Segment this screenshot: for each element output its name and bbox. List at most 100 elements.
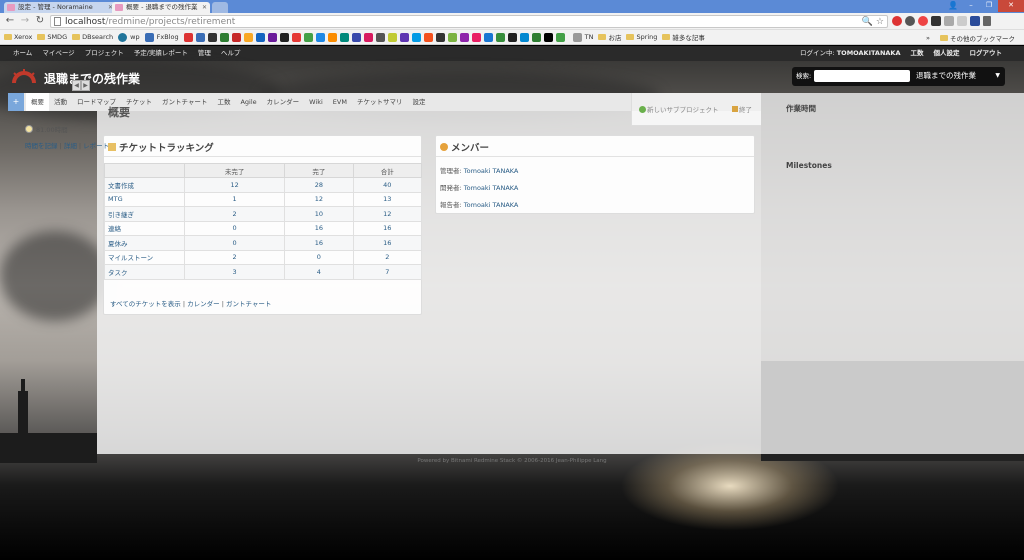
member-link[interactable]: Tomoaki TANAKA xyxy=(464,184,519,192)
site-icon[interactable] xyxy=(435,32,445,42)
bookmark-item[interactable]: wp xyxy=(118,32,140,42)
site-icon[interactable] xyxy=(267,32,277,42)
site-icon[interactable] xyxy=(183,32,193,42)
tab-time-entries[interactable]: 工数 xyxy=(212,93,235,111)
bookmark-item[interactable]: TN xyxy=(572,32,593,42)
total-count-link[interactable]: 2 xyxy=(352,249,423,265)
report-link[interactable]: レポート xyxy=(83,142,109,150)
other-bookmarks-folder[interactable]: その他のブックマーク xyxy=(940,33,1015,43)
new-tab-button[interactable] xyxy=(212,2,228,13)
total-count-link[interactable]: 13 xyxy=(352,191,423,207)
url-input[interactable]: localhost/redmine/projects/retirement 🔍 … xyxy=(50,15,888,28)
site-icon[interactable] xyxy=(219,32,229,42)
redmine-logo-icon[interactable] xyxy=(12,67,36,85)
chevron-down-icon[interactable]: ▼ xyxy=(995,70,1000,82)
open-count-link[interactable]: 2 xyxy=(183,206,286,222)
open-count-link[interactable]: 0 xyxy=(183,220,286,236)
tab-activity[interactable]: 活動 xyxy=(49,93,72,111)
site-icon[interactable] xyxy=(519,32,529,42)
closed-count-link[interactable]: 12 xyxy=(284,191,354,207)
top-menu-workhours[interactable]: 工数 xyxy=(911,46,924,61)
site-icon[interactable] xyxy=(399,32,409,42)
site-icon[interactable] xyxy=(291,32,301,42)
tab-evm[interactable]: EVM xyxy=(328,93,352,111)
top-menu-report[interactable]: 予定/実績レポート xyxy=(134,46,188,61)
tracker-link[interactable]: タスク xyxy=(104,264,185,280)
site-icon[interactable] xyxy=(507,32,517,42)
site-icon[interactable] xyxy=(459,32,469,42)
bookmark-folder[interactable]: DBsearch xyxy=(72,33,113,41)
tracker-link[interactable]: 連絡 xyxy=(104,220,185,236)
forward-arrow-icon[interactable]: → xyxy=(19,15,31,27)
site-icon[interactable] xyxy=(387,32,397,42)
back-arrow-icon[interactable]: ← xyxy=(4,15,16,27)
menu-icon[interactable] xyxy=(983,16,991,26)
browser-tab-settings[interactable]: 設定 - 管理 - Noramaine ✕ xyxy=(4,2,116,13)
total-count-link[interactable]: 16 xyxy=(352,220,423,236)
site-icon[interactable] xyxy=(495,32,505,42)
open-count-link[interactable]: 0 xyxy=(183,235,286,251)
extension-icon[interactable] xyxy=(970,16,980,26)
site-icon[interactable] xyxy=(339,32,349,42)
top-menu-logout[interactable]: ログアウト xyxy=(970,46,1003,61)
total-count-link[interactable]: 16 xyxy=(352,235,423,251)
top-menu-admin[interactable]: 管理 xyxy=(198,46,211,61)
tracker-link[interactable]: マイルストーン xyxy=(104,249,185,265)
extension-icon[interactable] xyxy=(905,16,915,26)
total-count-link[interactable]: 40 xyxy=(352,177,423,193)
extension-icon[interactable] xyxy=(892,16,902,26)
bookmark-folder[interactable]: Xerox xyxy=(4,33,32,41)
top-menu-mypage[interactable]: マイページ xyxy=(42,46,74,61)
user-link[interactable]: TOMOAKITANAKA xyxy=(837,49,901,57)
closed-count-link[interactable]: 16 xyxy=(284,220,354,236)
tab-gantt[interactable]: ガントチャート xyxy=(157,93,212,111)
open-count-link[interactable]: 12 xyxy=(183,177,286,193)
site-icon[interactable] xyxy=(531,32,541,42)
bookmark-folder[interactable]: 雑多な記事 xyxy=(662,32,705,42)
bookmark-folder[interactable]: SMDG xyxy=(37,33,67,41)
closed-count-link[interactable]: 28 xyxy=(284,177,354,193)
profile-icon[interactable]: 👤 xyxy=(944,0,962,12)
closed-count-link[interactable]: 16 xyxy=(284,235,354,251)
browser-tab-overview[interactable]: 概要 - 退職までの残作業 ✕ xyxy=(112,2,210,13)
close-project-link[interactable]: 終了 xyxy=(732,104,752,114)
bookmark-item[interactable]: FxBlog xyxy=(144,32,179,42)
tracker-link[interactable]: MTG xyxy=(104,191,185,207)
site-icon[interactable] xyxy=(375,32,385,42)
site-icon[interactable] xyxy=(411,32,421,42)
top-menu-projects[interactable]: プロジェクト xyxy=(85,46,124,61)
site-icon[interactable] xyxy=(423,32,433,42)
site-icon[interactable] xyxy=(303,32,313,42)
tab-settings[interactable]: 設定 xyxy=(407,93,430,111)
site-icon[interactable] xyxy=(243,32,253,42)
site-icon[interactable] xyxy=(327,32,337,42)
new-object-button[interactable]: + xyxy=(8,93,24,111)
site-icon[interactable] xyxy=(255,32,265,42)
open-count-link[interactable]: 2 xyxy=(183,249,286,265)
project-jump-select[interactable]: 退職までの残作業 xyxy=(916,70,976,82)
site-icon[interactable] xyxy=(207,32,217,42)
calendar-link[interactable]: カレンダー xyxy=(187,300,220,308)
site-icon[interactable] xyxy=(483,32,493,42)
site-icon[interactable] xyxy=(195,32,205,42)
member-link[interactable]: Tomoaki TANAKA xyxy=(464,201,519,209)
tracker-link[interactable]: 文書作成 xyxy=(104,177,185,193)
tab-overview[interactable]: 概要 xyxy=(26,93,49,111)
bookmark-star-icon[interactable]: 🔍 ☆ xyxy=(862,16,884,28)
new-subproject-link[interactable]: 新しいサブプロジェクト xyxy=(639,104,719,114)
scroll-right-icon[interactable]: ▶ xyxy=(81,80,90,91)
open-count-link[interactable]: 1 xyxy=(183,191,286,207)
log-time-link[interactable]: 時間を記録 xyxy=(25,142,58,150)
total-count-link[interactable]: 7 xyxy=(352,264,423,280)
more-bookmarks-chevron[interactable]: » xyxy=(926,34,930,42)
extension-icon[interactable] xyxy=(918,16,928,26)
details-link[interactable]: 詳細 xyxy=(64,142,77,150)
extension-icon[interactable] xyxy=(957,16,967,26)
tracker-link[interactable]: 夏休み xyxy=(104,235,185,251)
closed-count-link[interactable]: 0 xyxy=(284,249,354,265)
tracker-link[interactable]: 引き継ぎ xyxy=(104,206,185,222)
site-icon[interactable] xyxy=(315,32,325,42)
closed-count-link[interactable]: 4 xyxy=(284,264,354,280)
top-menu-my-account[interactable]: 個人設定 xyxy=(934,46,960,61)
tab-issue-summary[interactable]: チケットサマリ xyxy=(352,93,408,111)
